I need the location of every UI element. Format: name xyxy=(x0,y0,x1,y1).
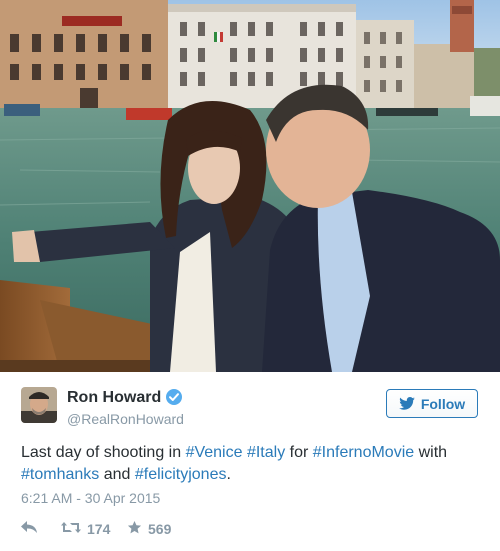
hashtag-link[interactable]: #InfernoMovie xyxy=(313,444,414,461)
star-icon xyxy=(127,520,142,538)
display-name[interactable]: Ron Howard xyxy=(67,389,161,407)
tweet-card: Ron Howard @RealRonHoward Follow Last da… xyxy=(0,0,500,551)
user-handle[interactable]: @RealRonHoward xyxy=(67,411,184,427)
photo-scene xyxy=(0,0,500,372)
tweet-text: Last day of shooting in #Venice #Italy f… xyxy=(21,442,481,486)
follow-button-label: Follow xyxy=(420,395,466,412)
tweet-text-segment: for xyxy=(285,444,313,461)
tweet-text-segment: and xyxy=(99,466,135,483)
reply-button[interactable] xyxy=(21,521,61,537)
hashtag-link[interactable]: #Italy xyxy=(247,444,285,461)
tweet-actions: 174 569 xyxy=(21,518,187,540)
follow-button[interactable]: Follow xyxy=(386,389,478,418)
reply-icon xyxy=(21,521,38,537)
hashtag-link[interactable]: #Venice xyxy=(186,444,243,461)
timestamp[interactable]: 6:21 AM - 30 Apr 2015 xyxy=(21,490,160,506)
retweet-button[interactable]: 174 xyxy=(61,521,127,537)
avatar[interactable] xyxy=(21,387,57,423)
avatar-image xyxy=(21,387,57,423)
twitter-bird-icon xyxy=(399,397,415,410)
verified-icon xyxy=(165,388,183,406)
like-count: 569 xyxy=(148,521,172,537)
tweet-text-segment: with xyxy=(414,444,448,461)
tweet-text-segment: . xyxy=(226,466,231,483)
tweet-photo[interactable] xyxy=(0,0,500,372)
hashtag-link[interactable]: #felicityjones xyxy=(135,466,227,483)
retweet-count: 174 xyxy=(87,521,111,537)
like-button[interactable]: 569 xyxy=(127,520,187,538)
tweet-text-segment: Last day of shooting in xyxy=(21,444,186,461)
hashtag-link[interactable]: #tomhanks xyxy=(21,466,99,483)
retweet-icon xyxy=(61,521,81,537)
